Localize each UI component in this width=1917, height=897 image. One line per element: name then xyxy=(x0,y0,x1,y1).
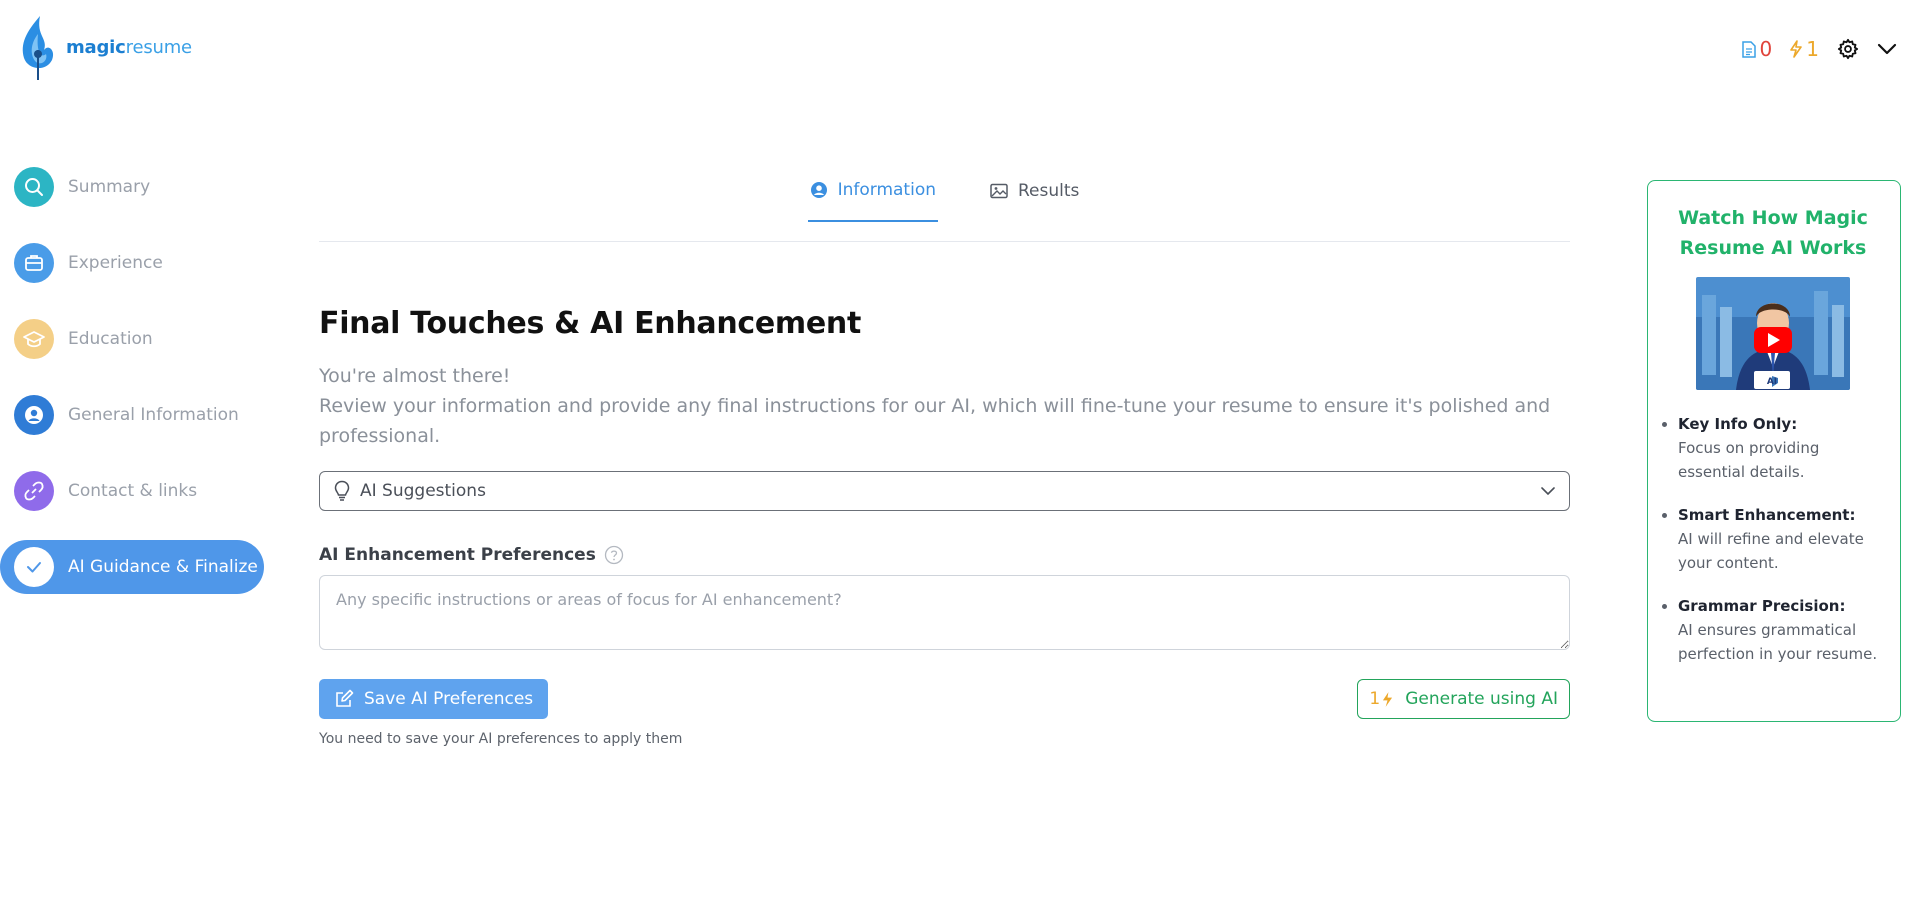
sidebar-item-label: General Information xyxy=(68,405,239,425)
sidebar-item-label: Education xyxy=(68,329,153,349)
save-button-label: Save AI Preferences xyxy=(364,689,534,709)
brand-logo[interactable]: magicresume xyxy=(18,14,192,80)
tip-text: Focus on providing essential details. xyxy=(1678,439,1820,481)
tab-results[interactable]: Results xyxy=(988,160,1081,222)
flame-logo-icon xyxy=(22,16,54,80)
tip-title: Grammar Precision: xyxy=(1678,597,1846,615)
generate-cost-value: 1 xyxy=(1369,689,1381,709)
sidebar-item-label: Summary xyxy=(68,177,151,197)
user-circle-icon xyxy=(810,182,827,198)
document-icon xyxy=(1741,40,1756,58)
save-ai-preferences-button[interactable]: Save AI Preferences xyxy=(319,679,549,719)
panel-title: Watch How Magic Resume AI Works xyxy=(1678,207,1868,259)
sidebar-item-general-information[interactable]: General Information xyxy=(0,388,264,442)
credits-count: 1 xyxy=(1806,37,1819,61)
search-icon xyxy=(14,167,54,207)
page-title: Final Touches & AI Enhancement xyxy=(319,306,862,341)
chevron-down-icon xyxy=(1541,487,1555,495)
tip-item: Smart Enhancement: AI will refine and el… xyxy=(1678,503,1886,575)
tip-text: AI will refine and elevate your content. xyxy=(1678,530,1864,572)
chevron-down-icon xyxy=(1877,43,1897,55)
preferences-label-text: AI Enhancement Preferences xyxy=(319,545,596,565)
tab-bar: Information Results xyxy=(319,180,1570,242)
sidebar-item-label: Contact & links xyxy=(68,481,198,501)
preferences-label: AI Enhancement Preferences xyxy=(319,545,1570,565)
sidebar-item-education[interactable]: Education xyxy=(0,312,264,366)
help-icon[interactable] xyxy=(604,545,624,565)
panel-tips: Key Info Only: Focus on providing essent… xyxy=(1660,412,1886,666)
lightning-icon xyxy=(1790,40,1803,58)
tab-information[interactable]: Information xyxy=(807,160,938,222)
sidebar-item-contact-links[interactable]: Contact & links xyxy=(0,464,264,518)
lightning-icon xyxy=(1383,691,1393,707)
save-hint: You need to save your AI preferences to … xyxy=(319,731,683,747)
sidebar-item-experience[interactable]: Experience xyxy=(0,236,264,290)
ai-suggestions-dropdown[interactable]: AI Suggestions xyxy=(319,471,1570,511)
intro-line-2: Review your information and provide any … xyxy=(319,395,1551,447)
intro-text: You're almost there! Review your informa… xyxy=(319,361,1570,451)
tip-title: Smart Enhancement: xyxy=(1678,506,1856,524)
documents-count: 0 xyxy=(1759,37,1773,61)
tip-item: Grammar Precision: AI ensures grammatica… xyxy=(1678,594,1886,666)
image-icon xyxy=(990,183,1008,199)
sidebar-item-ai-guidance-finalize[interactable]: AI Guidance & Finalize xyxy=(0,540,264,594)
brand-name: magicresume xyxy=(66,36,192,58)
sidebar-nav: Summary Experience Education General Inf… xyxy=(0,160,264,616)
action-row: Save AI Preferences 1 Generate using AI xyxy=(319,679,1570,719)
documents-counter[interactable]: 0 xyxy=(1741,37,1773,61)
sidebar-item-summary[interactable]: Summary xyxy=(0,160,264,214)
graduation-cap-icon xyxy=(14,319,54,359)
generate-cost: 1 xyxy=(1369,689,1393,709)
credits-counter[interactable]: 1 xyxy=(1790,37,1819,61)
topbar-right: 0 1 xyxy=(1741,37,1897,61)
intro-line-1: You're almost there! xyxy=(319,365,511,387)
sidebar-item-label: Experience xyxy=(68,253,163,273)
settings-button[interactable] xyxy=(1837,38,1859,60)
video-badge-label: AI xyxy=(1767,377,1777,387)
tip-title: Key Info Only: xyxy=(1678,415,1798,433)
link-icon xyxy=(14,471,54,511)
generate-button-label: Generate using AI xyxy=(1405,689,1558,709)
briefcase-icon xyxy=(14,243,54,283)
ai-suggestions-label: AI Suggestions xyxy=(360,481,486,501)
lightbulb-icon xyxy=(334,480,350,501)
sidebar-item-label: AI Guidance & Finalize xyxy=(68,557,258,577)
generate-using-ai-button[interactable]: 1 Generate using AI xyxy=(1357,679,1570,719)
main-content: Information Results Final Touches & AI E… xyxy=(319,180,1570,747)
video-thumbnail[interactable]: AI xyxy=(1696,277,1850,390)
edit-icon xyxy=(336,689,354,707)
account-menu-toggle[interactable] xyxy=(1877,43,1897,55)
tip-text: AI ensures grammatical perfection in you… xyxy=(1678,621,1878,663)
tip-item: Key Info Only: Focus on providing essent… xyxy=(1678,412,1886,484)
tab-label: Information xyxy=(837,180,936,200)
preferences-textarea[interactable] xyxy=(319,575,1570,650)
check-icon xyxy=(14,547,54,587)
tab-label: Results xyxy=(1018,181,1080,201)
gear-icon xyxy=(1837,38,1859,60)
user-circle-icon xyxy=(14,395,54,435)
how-it-works-panel: Watch How Magic Resume AI Works AI Key I… xyxy=(1647,180,1901,722)
